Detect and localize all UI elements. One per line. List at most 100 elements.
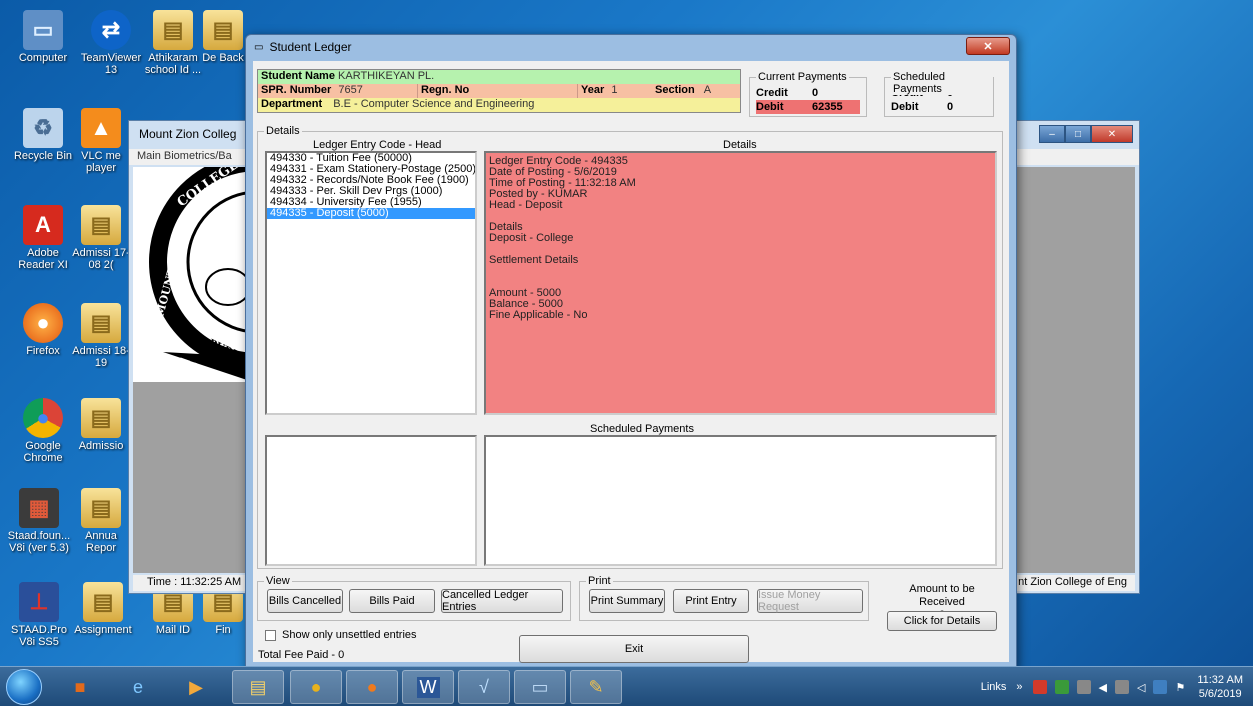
scheduled-payments-caption: Scheduled Payments — [891, 71, 993, 95]
exit-button[interactable]: Exit — [519, 635, 749, 663]
adobe-reader-desktop-icon[interactable]: A Adobe Reader XI — [8, 205, 78, 271]
tray-display-icon[interactable] — [1153, 680, 1168, 694]
taskbar-word-button[interactable]: W — [402, 670, 454, 704]
firefox-desktop-icon[interactable]: ● Firefox — [8, 303, 78, 357]
staad-foundation-desktop-icon[interactable]: ▦ Staad.foun... V8i (ver 5.3) — [4, 488, 74, 554]
taskbar-tool-button[interactable]: ✎ — [570, 670, 622, 704]
section-value: A — [703, 84, 712, 96]
taskbar-explorer-button[interactable]: ▤ — [232, 670, 284, 704]
tray-icon[interactable] — [1076, 680, 1091, 694]
scheduled-debit-value: 0 — [947, 101, 954, 113]
clock[interactable]: 11:32 AM 5/6/2019 — [1197, 673, 1243, 701]
taskbar-chrome-button[interactable]: ● — [290, 670, 342, 704]
folder-icon: ▤ — [83, 582, 123, 622]
staad-pro-desktop-icon[interactable]: ⊥ STAAD.Pro V8i SS5 — [4, 582, 74, 648]
current-debit-row: Debit 62355 — [756, 100, 860, 114]
taskbar-office-button[interactable]: ■ — [54, 670, 106, 704]
taskbar-media-button[interactable]: ▶ — [170, 670, 222, 704]
vlc-desktop-icon[interactable]: ▲ VLC me player — [72, 108, 130, 174]
department-value: B.E - Computer Science and Engineering — [333, 98, 535, 110]
status-time: Time : 11:32:25 AM — [147, 576, 242, 588]
dialog-title: Student Ledger — [269, 40, 352, 54]
chevron-right-icon[interactable]: » — [1016, 681, 1022, 693]
taskbar-computer-button[interactable]: ▭ — [514, 670, 566, 704]
detail-line: Deposit - College — [489, 232, 574, 244]
taskbar-firefox-button[interactable]: ● — [346, 670, 398, 704]
spr-value: 7657 — [338, 84, 363, 96]
admission-1708-desktop-icon[interactable]: ▤ Admissi 17-08 2( — [72, 205, 130, 271]
volume-icon[interactable]: ◀ — [1099, 681, 1107, 694]
scheduled-list-left[interactable] — [265, 435, 477, 566]
issue-money-request-button[interactable]: Issue Money Request — [757, 589, 863, 613]
student-name-label: Student Name — [261, 70, 335, 82]
close-button[interactable]: ✕ — [966, 37, 1010, 55]
admission-1819-desktop-icon[interactable]: ▤ Admissi 18-19 — [72, 303, 130, 369]
firefox-icon: ● — [23, 303, 63, 343]
bills-cancelled-button[interactable]: Bills Cancelled — [267, 589, 343, 613]
click-for-details-button[interactable]: Click for Details — [887, 611, 997, 631]
app-icon: √ — [479, 676, 489, 697]
show-unsettled-label: Show only unsettled entries — [282, 629, 417, 641]
flag-icon[interactable]: ⚑ — [1175, 681, 1185, 694]
scheduled-debit-label: Debit — [891, 101, 919, 113]
desktop-backup-icon[interactable]: ▤ De Back — [200, 10, 246, 64]
ledger-header: Ledger Entry Code - Head — [313, 139, 442, 151]
student-info-panel: Student Name KARTHIKEYAN PL. SPR. Number… — [257, 69, 741, 113]
annual-report-desktop-icon[interactable]: ▤ Annua Repor — [72, 488, 130, 554]
close-icon: ✕ — [983, 40, 993, 53]
scheduled-list-right[interactable] — [484, 435, 997, 566]
athikaram-desktop-icon[interactable]: ▤ Athikaram school Id ... — [138, 10, 208, 76]
tool-icon: ✎ — [588, 676, 604, 697]
folder-icon: ▤ — [81, 205, 121, 245]
print-entry-button[interactable]: Print Entry — [673, 589, 749, 613]
computer-desktop-icon[interactable]: ▭ Computer — [8, 10, 78, 64]
current-debit-value: 62355 — [812, 101, 843, 113]
details-caption: Details — [264, 125, 302, 137]
detail-line: Settlement Details — [489, 254, 579, 266]
minimize-icon[interactable]: – — [1039, 125, 1065, 143]
show-unsettled-checkbox[interactable] — [265, 629, 276, 641]
dialog-client-area: Student Name KARTHIKEYAN PL. SPR. Number… — [253, 61, 1009, 663]
show-unsettled-checkbox-row[interactable]: Show only unsettled entries — [265, 629, 417, 641]
current-payments-group: Current Payments Credit 0 Debit 62355 — [749, 71, 867, 117]
start-button[interactable] — [6, 669, 42, 705]
year-value: 1 — [611, 84, 618, 96]
system-tray: Links » ◀ ◁ ⚑ 11:32 AM 5/6/2019 — [981, 667, 1253, 706]
current-credit-label: Credit — [756, 87, 788, 99]
tray-icon[interactable] — [1114, 680, 1129, 694]
current-debit-label: Debit — [756, 101, 784, 113]
folder-icon: ▤ — [153, 10, 193, 50]
folder-icon: ▤ — [81, 303, 121, 343]
background-window-controls: – □ ✕ — [1039, 125, 1133, 143]
firefox-icon: ● — [366, 676, 378, 697]
list-item-selected[interactable]: 494335 - Deposit (5000) — [267, 208, 475, 219]
department-row: Department B.E - Computer Science and En… — [258, 98, 740, 112]
admission-desktop-icon[interactable]: ▤ Admissio — [72, 398, 130, 452]
bills-paid-button[interactable]: Bills Paid — [349, 589, 435, 613]
chrome-desktop-icon[interactable]: ● Google Chrome — [8, 398, 78, 464]
speaker-icon[interactable]: ◁ — [1137, 681, 1145, 694]
detail-line: Fine Applicable - No — [489, 309, 588, 321]
close-icon[interactable]: ✕ — [1091, 125, 1133, 143]
maximize-icon[interactable]: □ — [1065, 125, 1091, 143]
dialog-titlebar[interactable]: ▭ Student Ledger — [246, 35, 1016, 59]
student-ledger-dialog[interactable]: ▭ Student Ledger ✕ Student Name KARTHIKE… — [245, 34, 1017, 670]
taskbar-app-button[interactable]: √ — [458, 670, 510, 704]
teamviewer-desktop-icon[interactable]: ⇄ TeamViewer 13 — [76, 10, 146, 76]
ledger-entry-list[interactable]: 494330 - Tuition Fee (50000) 494331 - Ex… — [265, 151, 477, 415]
scheduled-payments-group: Scheduled Payments Credit0 Debit0 — [884, 71, 994, 117]
recycle-bin-desktop-icon[interactable]: ♻ Recycle Bin — [8, 108, 78, 162]
clock-date: 5/6/2019 — [1198, 688, 1242, 700]
cancelled-ledger-entries-button[interactable]: Cancelled Ledger Entries — [441, 589, 563, 613]
chrome-icon: ● — [310, 676, 322, 697]
tray-app-icon[interactable] — [1032, 680, 1047, 694]
print-summary-button[interactable]: Print Summary — [589, 589, 665, 613]
tray-network-icon[interactable] — [1054, 680, 1069, 694]
scheduled-payments-header: Scheduled Payments — [590, 423, 694, 435]
folder-icon: ▤ — [249, 676, 267, 697]
detail-line: Posted by - KUMAR — [489, 188, 588, 200]
spr-row: SPR. Number 7657 Regn. No Year 1 Section… — [258, 84, 740, 98]
links-toolbar[interactable]: Links — [981, 681, 1007, 693]
department-label: Department — [261, 98, 323, 110]
taskbar-ie-button[interactable]: e — [112, 670, 164, 704]
